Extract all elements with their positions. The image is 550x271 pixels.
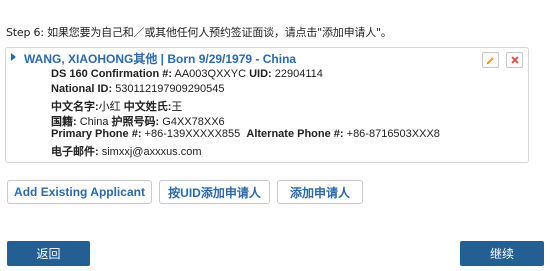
back-button[interactable]: 返回 xyxy=(7,241,90,266)
add-by-uid-button[interactable]: 按UID添加申请人 xyxy=(159,180,270,204)
primary-phone-value: +86-139XXXXX855 xyxy=(144,128,241,140)
delete-applicant-button[interactable] xyxy=(506,52,523,68)
caret-right-icon[interactable] xyxy=(11,53,16,61)
passport-label: 护照号码: xyxy=(111,116,160,128)
continue-button[interactable]: 继续 xyxy=(460,241,544,266)
alt-phone-value: +86-8716503XXX8 xyxy=(346,128,440,140)
passport-value: G4XX78XX6 xyxy=(162,116,225,128)
nationality-passport-line: 国籍: China 护照号码: G4XX78XX6 xyxy=(51,113,225,129)
step-instruction: Step 6: 如果您要为自己和／或其他任何人预约签证面谈，请点击"添加申请人"… xyxy=(6,26,392,39)
applicant-name-link[interactable]: WANG, XIAOHONG其他 | Born 9/29/1979 - Chin… xyxy=(24,50,296,67)
primary-phone-label: Primary Phone #: xyxy=(51,128,142,140)
uid-value: 22904114 xyxy=(274,68,323,80)
ds160-line: DS 160 Confirmation #: AA003QXXYC UID: 2… xyxy=(51,68,323,80)
nationality-value: China xyxy=(79,116,109,128)
national-id-label: National ID: xyxy=(51,83,113,95)
uid-label: UID: xyxy=(249,68,272,80)
national-id-value: 530112197909290545 xyxy=(115,83,225,95)
surname-label: 中文姓氏: xyxy=(123,101,172,113)
email-label: 电子邮件: xyxy=(51,146,99,158)
edit-applicant-button[interactable] xyxy=(482,52,499,68)
close-icon xyxy=(511,56,518,64)
nationality-label: 国籍: xyxy=(51,116,77,128)
ds160-value: AA003QXXYC xyxy=(174,68,247,80)
given-name-value: 小红 xyxy=(98,101,121,113)
ds160-label: DS 160 Confirmation #: xyxy=(51,68,173,80)
surname-value: 王 xyxy=(171,101,183,113)
pencil-icon xyxy=(486,56,494,64)
chinese-name-line: 中文名字:小红 中文姓氏:王 xyxy=(51,98,182,114)
email-value: simxxj@axxxus.com xyxy=(101,146,202,158)
add-existing-applicant-button[interactable]: Add Existing Applicant xyxy=(7,180,152,204)
national-id-line: National ID: 530112197909290545 xyxy=(51,83,225,95)
applicant-card: WANG, XIAOHONG其他 | Born 9/29/1979 - Chin… xyxy=(5,47,529,163)
alt-phone-label: Alternate Phone #: xyxy=(246,128,344,140)
email-line: 电子邮件: simxxj@axxxus.com xyxy=(51,143,202,159)
add-applicant-button[interactable]: 添加申请人 xyxy=(277,180,363,204)
phone-line: Primary Phone #: +86-139XXXXX855 Alterna… xyxy=(51,128,440,140)
given-name-label: 中文名字: xyxy=(51,101,99,113)
